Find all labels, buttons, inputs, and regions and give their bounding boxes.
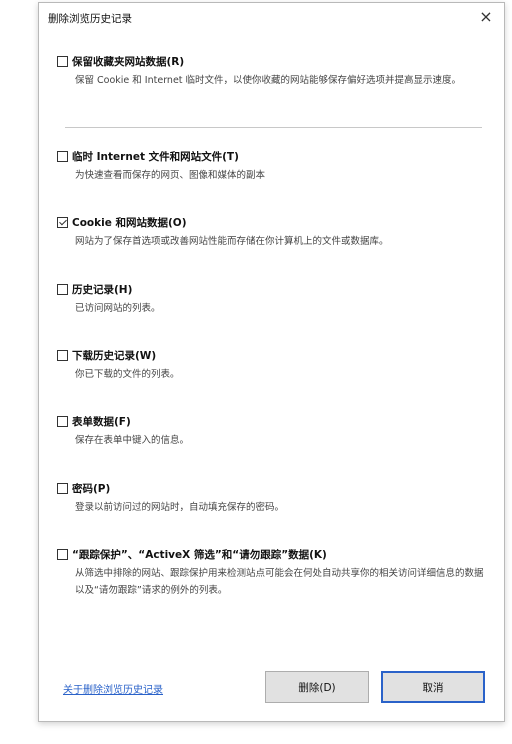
close-icon[interactable]: ×	[478, 9, 494, 25]
dialog-title: 删除浏览历史记录	[48, 13, 132, 25]
option-form-data: 表单数据(F) 保存在表单中键入的信息。	[57, 413, 490, 449]
option-passwords: 密码(P) 登录以前访问过的网站时，自动填充保存的密码。	[57, 480, 490, 516]
checkbox-temporary-files[interactable]	[57, 150, 68, 162]
about-deleting-history-link[interactable]: 关于删除浏览历史记录	[63, 681, 163, 696]
option-description: 网站为了保存首选项或改善网站性能而存储在你计算机上的文件或数据库。	[75, 236, 389, 247]
option-history: 历史记录(H) 已访问网站的列表。	[57, 281, 490, 317]
option-label[interactable]: 密码(P)	[72, 481, 110, 496]
option-description: 保存在表单中键入的信息。	[75, 435, 190, 446]
delete-button[interactable]: 删除(D)	[265, 671, 369, 703]
option-description: 你已下载的文件的列表。	[75, 369, 180, 380]
option-label[interactable]: 临时 Internet 文件和网站文件(T)	[72, 149, 239, 164]
option-description: 从筛选中排除的网站、跟踪保护用来检测站点可能会在何处自动共享你的相关访问详细信息…	[75, 568, 484, 596]
checkbox-passwords[interactable]	[57, 482, 68, 494]
separator	[65, 127, 482, 128]
option-cookies: Cookie 和网站数据(O) 网站为了保存首选项或改善网站性能而存储在你计算机…	[57, 214, 490, 250]
option-label[interactable]: 历史记录(H)	[72, 282, 132, 297]
option-label[interactable]: “跟踪保护”、“ActiveX 筛选”和“请勿跟踪”数据(K)	[72, 547, 327, 562]
option-download-history: 下载历史记录(W) 你已下载的文件的列表。	[57, 347, 490, 383]
checkbox-download-history[interactable]	[57, 349, 68, 361]
option-description: 已访问网站的列表。	[75, 303, 161, 314]
title-bar: 删除浏览历史记录 ×	[39, 3, 504, 31]
option-temporary-files: 临时 Internet 文件和网站文件(T) 为快速查看而保存的网页、图像和媒体…	[57, 148, 490, 184]
delete-browsing-history-dialog: 删除浏览历史记录 × 保留收藏夹网站数据(R) 保留 Cookie 和 Inte…	[38, 2, 505, 722]
checkbox-preserve-favorites[interactable]	[57, 55, 68, 67]
checkbox-cookies[interactable]	[57, 216, 68, 228]
option-preserve-favorites: 保留收藏夹网站数据(R) 保留 Cookie 和 Internet 临时文件，以…	[57, 53, 490, 89]
option-description: 登录以前访问过的网站时，自动填充保存的密码。	[75, 502, 285, 513]
checkbox-history[interactable]	[57, 283, 68, 295]
option-label[interactable]: 保留收藏夹网站数据(R)	[72, 54, 184, 69]
checkbox-tracking-protection[interactable]	[57, 548, 68, 560]
option-description: 为快速查看而保存的网页、图像和媒体的副本	[75, 170, 266, 181]
option-tracking-protection: “跟踪保护”、“ActiveX 筛选”和“请勿跟踪”数据(K) 从筛选中排除的网…	[57, 546, 490, 599]
option-label[interactable]: 下载历史记录(W)	[72, 348, 156, 363]
checkbox-form-data[interactable]	[57, 415, 68, 427]
option-label[interactable]: 表单数据(F)	[72, 414, 131, 429]
option-label[interactable]: Cookie 和网站数据(O)	[72, 215, 187, 230]
cancel-button[interactable]: 取消	[381, 671, 485, 703]
option-description: 保留 Cookie 和 Internet 临时文件，以使你收藏的网站能够保存偏好…	[75, 75, 462, 86]
